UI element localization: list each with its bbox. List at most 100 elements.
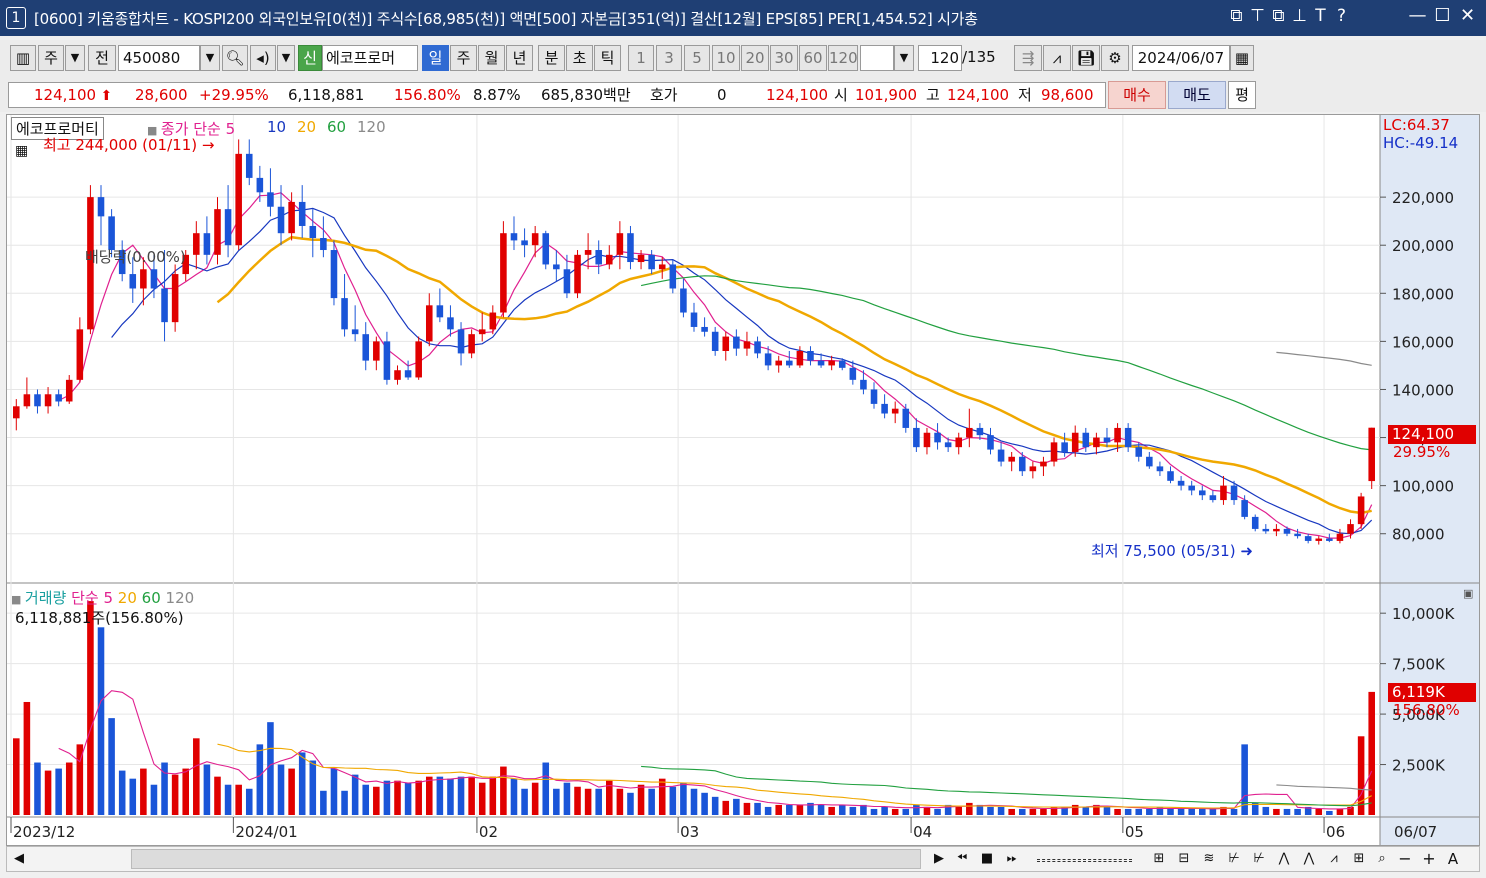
date-tick-label: 05 xyxy=(1125,823,1144,841)
candle xyxy=(584,250,592,255)
volume-bar xyxy=(1294,808,1301,815)
minimize-button[interactable]: — xyxy=(1405,5,1430,26)
window-number[interactable]: 1 xyxy=(6,7,26,29)
tab-month[interactable]: 월 xyxy=(478,45,505,71)
interval-5[interactable]: 5 xyxy=(684,45,710,71)
interval-dropdown-icon[interactable]: ▼ xyxy=(894,45,914,71)
interval-30[interactable]: 30 xyxy=(770,45,798,71)
interval-1[interactable]: 1 xyxy=(628,45,654,71)
candle xyxy=(944,442,952,448)
scroll-right-icon[interactable]: ▶ xyxy=(929,849,949,869)
volume-bar xyxy=(489,776,497,815)
tab-day[interactable]: 일 xyxy=(422,45,449,71)
tool-icon-1[interactable]: ⊞ xyxy=(1149,849,1169,869)
count-input[interactable]: 120 xyxy=(918,45,962,71)
interval-input[interactable] xyxy=(860,45,894,71)
font-icon[interactable]: A xyxy=(1443,849,1463,869)
pin-icon[interactable]: ⊤ xyxy=(1247,6,1268,26)
volume-bar xyxy=(298,752,306,815)
help-icon[interactable]: ? xyxy=(1331,6,1352,26)
avg-button[interactable]: 평 xyxy=(1228,81,1256,109)
tool-icon-8[interactable]: ⩘ xyxy=(1324,849,1344,869)
tab-week[interactable]: 주 xyxy=(450,45,477,71)
price-change: 28,600 xyxy=(135,86,188,104)
tab-tick[interactable]: 틱 xyxy=(594,45,621,71)
interval-10[interactable]: 10 xyxy=(712,45,740,71)
text-icon[interactable]: T xyxy=(1310,6,1331,26)
all-button[interactable]: 전 xyxy=(88,45,116,71)
fast-forward-icon[interactable]: ⏩︎ xyxy=(1002,849,1022,869)
tool-icon-7[interactable]: ⋀ xyxy=(1299,849,1319,869)
candle xyxy=(394,370,401,380)
chart-type-icon[interactable]: ▥ xyxy=(10,45,36,71)
tool-icon-4[interactable]: ⊬ xyxy=(1224,849,1244,869)
volume-bar xyxy=(627,792,634,815)
low-price: 98,600 xyxy=(1041,86,1094,104)
tab-second[interactable]: 초 xyxy=(566,45,593,71)
push-pin-icon[interactable]: ⊥ xyxy=(1289,6,1310,26)
interval-120[interactable]: 120 xyxy=(828,45,858,71)
trend-icon[interactable]: ⩘ xyxy=(1043,45,1071,71)
tool-icon-6[interactable]: ⋀ xyxy=(1274,849,1294,869)
calendar-icon[interactable]: ▦ xyxy=(1230,45,1254,71)
chevron-down-icon[interactable]: ▼ xyxy=(65,45,85,71)
candle xyxy=(425,305,433,342)
volume-bar xyxy=(1230,808,1238,815)
zoom-icon[interactable]: ⇶ xyxy=(1014,45,1042,71)
volume-bar xyxy=(87,601,94,815)
stop-icon[interactable]: ■ xyxy=(977,849,997,869)
zoom-out-icon[interactable]: − xyxy=(1395,849,1415,869)
search-icon[interactable]: 🔍︎ xyxy=(222,45,248,71)
tab-year[interactable]: 년 xyxy=(506,45,533,71)
speaker-icon[interactable]: ◂) xyxy=(250,45,276,71)
zoom-in-icon[interactable]: + xyxy=(1419,849,1439,869)
maximize-button[interactable]: ☐ xyxy=(1430,5,1455,26)
scroll-left-icon[interactable]: ◀ xyxy=(9,849,29,869)
tool-icon-9[interactable]: ⊞ xyxy=(1349,849,1369,869)
candle xyxy=(1135,447,1143,457)
volume-bar xyxy=(97,627,105,815)
zoom-slider[interactable] xyxy=(1037,859,1132,862)
candle xyxy=(277,206,285,234)
gear-icon[interactable]: ⚙︎ xyxy=(1101,45,1129,71)
restore-icon[interactable]: ⧉ xyxy=(1268,6,1289,26)
volume-bar xyxy=(817,804,825,815)
volume-legend[interactable]: ■ 거래량 단순 5 20 60 120 xyxy=(11,587,194,608)
tab-minute[interactable]: 분 xyxy=(538,45,565,71)
period-button[interactable]: 주 xyxy=(38,45,64,71)
grid-icon[interactable]: ▦ xyxy=(15,143,28,159)
hc-label: HC:-49.14 xyxy=(1383,134,1459,152)
rewind-icon[interactable]: ⏪︎ xyxy=(952,849,972,869)
magnify-icon[interactable]: ⌕ xyxy=(1372,849,1392,869)
price-tick-label: 180,000 xyxy=(1392,285,1454,303)
window-icon[interactable]: ⧉ xyxy=(1226,6,1247,26)
candle xyxy=(510,233,518,241)
candle xyxy=(1315,538,1323,541)
date-input[interactable]: 2024/06/07 xyxy=(1132,45,1230,71)
candle xyxy=(500,233,507,313)
speaker-dropdown-icon[interactable]: ▼ xyxy=(277,45,295,71)
interval-20[interactable]: 20 xyxy=(741,45,769,71)
volume-bar xyxy=(351,774,359,815)
stock-chart[interactable]: 220,000200,000180,000160,000140,000120,0… xyxy=(6,114,1480,846)
code-dropdown-icon[interactable]: ▼ xyxy=(200,45,220,71)
candle xyxy=(65,379,73,402)
panel-close-icon[interactable]: ▣ xyxy=(1463,587,1473,600)
candle xyxy=(680,288,687,313)
date-tick-label: 06 xyxy=(1326,823,1345,841)
buy-button[interactable]: 매수 xyxy=(1108,81,1166,109)
stock-code-input[interactable]: 450080 xyxy=(118,45,200,71)
volume-bar xyxy=(966,802,973,815)
close-button[interactable]: ✕ xyxy=(1455,5,1480,26)
tool-icon-5[interactable]: ⊬ xyxy=(1249,849,1269,869)
sell-button[interactable]: 매도 xyxy=(1168,81,1226,109)
interval-3[interactable]: 3 xyxy=(656,45,682,71)
save-icon[interactable]: 💾︎ xyxy=(1072,45,1100,71)
tool-icon-3[interactable]: ≋ xyxy=(1199,849,1219,869)
scrollbar-thumb[interactable] xyxy=(131,849,921,869)
tool-icon-2[interactable]: ⊟ xyxy=(1174,849,1194,869)
stock-name-field[interactable]: 에코프로머 xyxy=(322,45,418,71)
volume-bar xyxy=(1146,808,1153,815)
volume-bar xyxy=(1008,808,1015,815)
interval-60[interactable]: 60 xyxy=(799,45,827,71)
